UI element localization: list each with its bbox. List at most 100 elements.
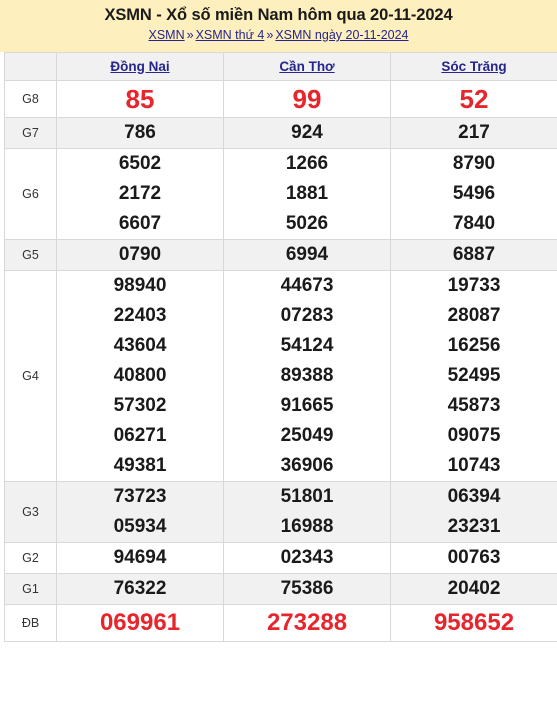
prize-label-G2: G2 — [4, 542, 57, 574]
table-row: ĐB 069961 273288 958652 — [4, 604, 557, 642]
prize-label-G7: G7 — [4, 117, 57, 149]
result-cell: 273288 — [223, 604, 391, 642]
table-row: G7 786 924 217 — [4, 117, 557, 149]
result-number: 57302 — [113, 395, 167, 416]
result-cell: 51801 16988 — [223, 481, 391, 543]
result-number: 924 — [291, 122, 323, 143]
result-number: 25049 — [280, 425, 334, 446]
result-cell: 0790 — [56, 239, 224, 271]
result-cell: 98940 22403 43604 40800 57302 06271 49381 — [56, 270, 224, 482]
result-cell: 44673 07283 54124 89388 91665 25049 36906 — [223, 270, 391, 482]
result-number: 0790 — [118, 244, 162, 265]
table-head: Đồng Nai Cần Thơ Sóc Trăng — [4, 52, 557, 81]
prize-label-G3: G3 — [4, 481, 57, 543]
result-cell: 00763 — [390, 542, 557, 574]
result-cell: 958652 — [390, 604, 557, 642]
result-number: 52495 — [447, 365, 501, 386]
result-cell: 99 — [223, 80, 391, 118]
result-cell: 76322 — [56, 573, 224, 605]
table-row: G5 0790 6994 6887 — [4, 239, 557, 271]
prize-label-G5: G5 — [4, 239, 57, 271]
province-header-1: Cần Thơ — [223, 52, 391, 81]
result-number: 6994 — [285, 244, 329, 265]
result-cell: 8790 5496 7840 — [390, 148, 557, 240]
result-number: 52 — [459, 84, 489, 114]
result-cell: 73723 05934 — [56, 481, 224, 543]
table-row: G3 73723 05934 51801 16988 06394 23231 — [4, 481, 557, 543]
breadcrumb-link-2[interactable]: XSMN ngày 20-11-2024 — [275, 28, 408, 42]
result-number: 1881 — [285, 183, 329, 204]
result-cell: 06394 23231 — [390, 481, 557, 543]
result-number: 91665 — [280, 395, 334, 416]
result-cell: 6887 — [390, 239, 557, 271]
breadcrumb-link-0[interactable]: XSMN — [148, 28, 184, 42]
result-cell: 1266 1881 5026 — [223, 148, 391, 240]
result-number: 85 — [125, 84, 155, 114]
result-cell: 069961 — [56, 604, 224, 642]
result-cell: 02343 — [223, 542, 391, 574]
result-cell: 19733 28087 16256 52495 45873 09075 10743 — [390, 270, 557, 482]
result-number: 069961 — [99, 609, 181, 636]
header-corner-cell — [4, 52, 57, 81]
province-link-2[interactable]: Sóc Trăng — [441, 59, 506, 74]
result-number: 76322 — [113, 578, 167, 599]
result-number: 36906 — [280, 455, 334, 476]
result-number: 49381 — [113, 455, 167, 476]
result-number: 6887 — [452, 244, 496, 265]
result-cell: 75386 — [223, 573, 391, 605]
result-number: 07283 — [280, 305, 334, 326]
result-number: 2172 — [118, 183, 162, 204]
result-number: 8790 — [452, 153, 496, 174]
result-number: 786 — [124, 122, 156, 143]
result-number: 94694 — [113, 547, 167, 568]
result-number: 05934 — [113, 516, 167, 537]
results-table-container: Đồng Nai Cần Thơ Sóc Trăng G8 85 99 52 G7 786… — [0, 52, 557, 646]
prize-label-ĐB: ĐB — [4, 604, 57, 642]
result-number: 16256 — [447, 335, 501, 356]
result-cell: 6502 2172 6607 — [56, 148, 224, 240]
result-cell: 6994 — [223, 239, 391, 271]
result-number: 5026 — [285, 213, 329, 234]
table-header-row: Đồng Nai Cần Thơ Sóc Trăng — [4, 52, 557, 81]
province-link-0[interactable]: Đồng Nai — [110, 59, 169, 74]
result-number: 06271 — [113, 425, 167, 446]
lottery-results-table: Đồng Nai Cần Thơ Sóc Trăng G8 85 99 52 G7 786… — [4, 52, 557, 642]
page-title: XSMN - Xổ số miền Nam hôm qua 20-11-2024 — [104, 6, 453, 24]
result-number: 22403 — [113, 305, 167, 326]
result-cell: 217 — [390, 117, 557, 149]
breadcrumb-separator: » — [186, 28, 194, 42]
result-number: 273288 — [266, 609, 348, 636]
breadcrumb-link-1[interactable]: XSMN thứ 4 — [196, 28, 265, 42]
result-number: 89388 — [280, 365, 334, 386]
breadcrumb-separator: » — [266, 28, 274, 42]
table-row: G6 6502 2172 6607 1266 1881 5026 8790 5496 7840 — [4, 148, 557, 240]
result-number: 45873 — [447, 395, 501, 416]
result-number: 43604 — [113, 335, 167, 356]
result-number: 7840 — [452, 213, 496, 234]
result-cell: 20402 — [390, 573, 557, 605]
result-number: 75386 — [280, 578, 334, 599]
result-number: 06394 — [447, 486, 501, 507]
breadcrumb: XSMN» XSMN thứ 4» XSMN ngày 20-11-2024 — [0, 26, 557, 45]
result-cell: 94694 — [56, 542, 224, 574]
result-number: 1266 — [285, 153, 329, 174]
result-number: 44673 — [280, 275, 334, 296]
result-number: 09075 — [447, 425, 501, 446]
result-number: 99 — [292, 84, 322, 114]
result-number: 20402 — [447, 578, 501, 599]
result-number: 217 — [458, 122, 490, 143]
prize-label-G8: G8 — [4, 80, 57, 118]
result-cell: 85 — [56, 80, 224, 118]
table-row: G1 76322 75386 20402 — [4, 573, 557, 605]
result-cell: 786 — [56, 117, 224, 149]
province-link-1[interactable]: Cần Thơ — [279, 59, 334, 74]
page-header: XSMN - Xổ số miền Nam hôm qua 20-11-2024… — [0, 0, 557, 52]
result-number: 10743 — [447, 455, 501, 476]
result-number: 54124 — [280, 335, 334, 356]
result-number: 23231 — [447, 516, 501, 537]
result-number: 19733 — [447, 275, 501, 296]
table-row: G8 85 99 52 — [4, 80, 557, 118]
result-number: 16988 — [280, 516, 334, 537]
prize-label-G4: G4 — [4, 270, 57, 482]
result-cell: 924 — [223, 117, 391, 149]
